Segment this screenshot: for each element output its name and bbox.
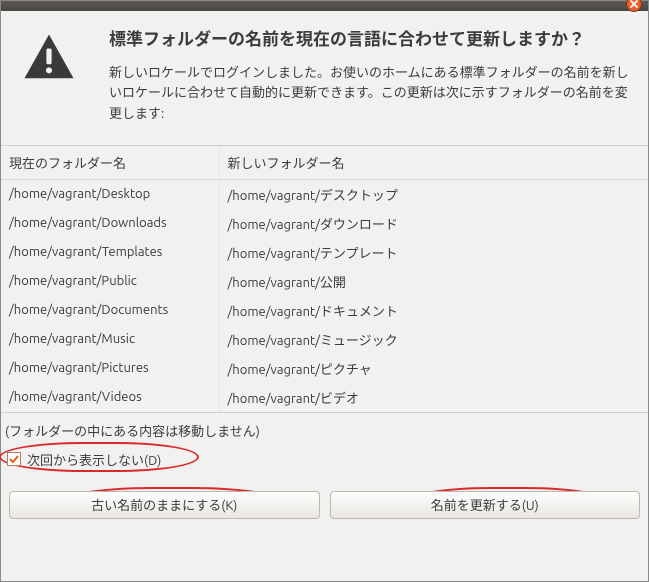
- cell-new-path: /home/vagrant/公開: [219, 267, 648, 296]
- table-row[interactable]: /home/vagrant/Videos/home/vagrant/ビデオ: [1, 383, 648, 412]
- dialog-description: 新しいロケールでログインしました。お使いのホームにある標準フォルダーの名前を新し…: [109, 63, 632, 125]
- checkbox-box: [7, 452, 21, 466]
- cell-new-path: /home/vagrant/ダウンロード: [219, 209, 648, 238]
- cell-new-path: /home/vagrant/ピクチャ: [219, 354, 648, 383]
- table-row[interactable]: /home/vagrant/Downloads/home/vagrant/ダウン…: [1, 209, 648, 238]
- cell-new-path: /home/vagrant/ミュージック: [219, 325, 648, 354]
- cell-current-path: /home/vagrant/Desktop: [1, 179, 219, 209]
- cell-current-path: /home/vagrant/Music: [1, 325, 219, 354]
- update-names-button[interactable]: 名前を更新する(U): [330, 491, 641, 519]
- table-row[interactable]: /home/vagrant/Music/home/vagrant/ミュージック: [1, 325, 648, 354]
- cell-current-path: /home/vagrant/Pictures: [1, 354, 219, 383]
- move-note: (フォルダーの中にある内容は移動しません): [1, 413, 648, 444]
- cell-new-path: /home/vagrant/デスクトップ: [219, 179, 648, 209]
- check-icon: [9, 454, 19, 464]
- cell-current-path: /home/vagrant/Downloads: [1, 209, 219, 238]
- keep-old-names-button[interactable]: 古い名前のままにする(K): [9, 491, 320, 519]
- dialog-title: 標準フォルダーの名前を現在の言語に合わせて更新しますか？: [109, 27, 632, 53]
- table-row[interactable]: /home/vagrant/Templates/home/vagrant/テンプ…: [1, 238, 648, 267]
- button-label: 名前を更新する(U): [431, 495, 539, 514]
- cell-current-path: /home/vagrant/Documents: [1, 296, 219, 325]
- folder-table: 現在のフォルダー名 新しいフォルダー名 /home/vagrant/Deskto…: [1, 145, 648, 413]
- cell-new-path: /home/vagrant/ドキュメント: [219, 296, 648, 325]
- dont-show-again-checkbox[interactable]: 次回から表示しない(D): [7, 450, 161, 469]
- close-button[interactable]: [626, 0, 642, 12]
- table-row[interactable]: /home/vagrant/Public/home/vagrant/公開: [1, 267, 648, 296]
- table-row[interactable]: /home/vagrant/Desktop/home/vagrant/デスクトッ…: [1, 179, 648, 209]
- close-icon: [630, 0, 638, 8]
- titlebar: [1, 1, 648, 11]
- cell-new-path: /home/vagrant/テンプレート: [219, 238, 648, 267]
- warning-icon: [17, 31, 81, 90]
- table-header-current[interactable]: 現在のフォルダー名: [1, 146, 219, 180]
- table-row[interactable]: /home/vagrant/Pictures/home/vagrant/ピクチャ: [1, 354, 648, 383]
- table-header-new[interactable]: 新しいフォルダー名: [219, 146, 648, 180]
- cell-current-path: /home/vagrant/Public: [1, 267, 219, 296]
- cell-new-path: /home/vagrant/ビデオ: [219, 383, 648, 412]
- checkbox-label-text: 次回から表示しない(D): [27, 450, 161, 469]
- cell-current-path: /home/vagrant/Templates: [1, 238, 219, 267]
- dialog-header: 標準フォルダーの名前を現在の言語に合わせて更新しますか？ 新しいロケールでログイ…: [1, 11, 648, 133]
- cell-current-path: /home/vagrant/Videos: [1, 383, 219, 412]
- table-row[interactable]: /home/vagrant/Documents/home/vagrant/ドキュ…: [1, 296, 648, 325]
- button-label: 古い名前のままにする(K): [91, 495, 237, 514]
